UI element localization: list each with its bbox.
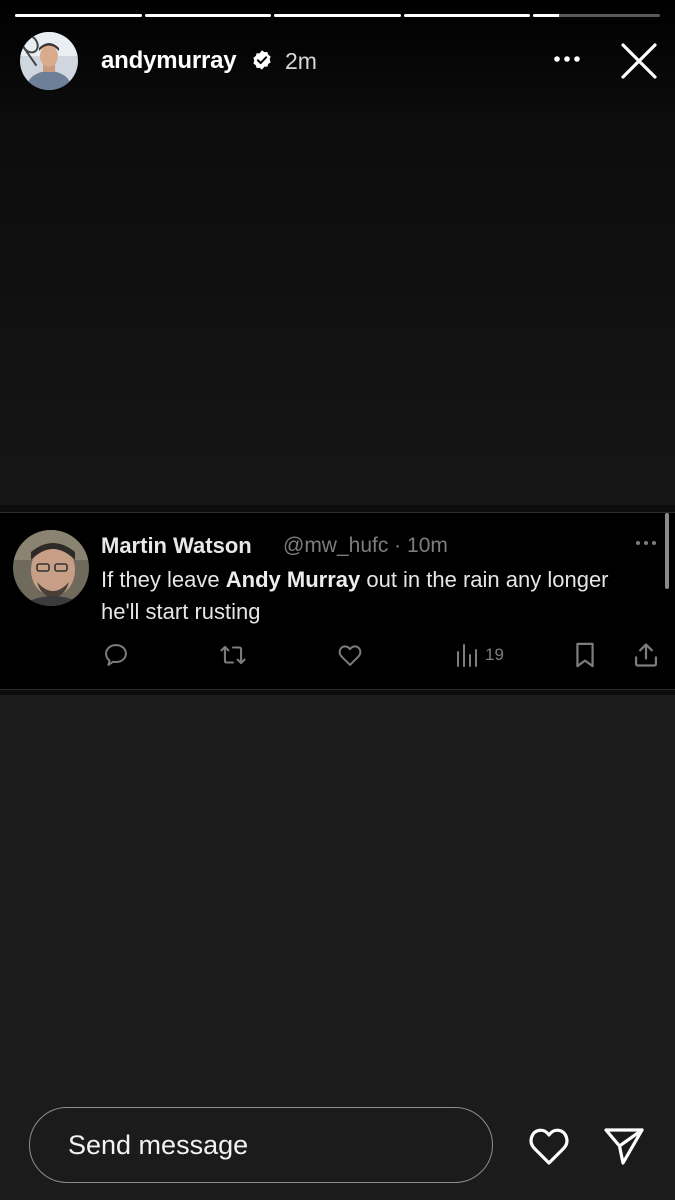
send-icon[interactable] bbox=[601, 1124, 647, 1168]
tweet-author-handle: @mw_hufc · 10m bbox=[283, 534, 448, 557]
verified-badge-icon bbox=[251, 49, 273, 71]
shared-tweet-frame: Martin Watson @mw_hufc · 10m If they lea… bbox=[0, 505, 675, 695]
story-progress-segment bbox=[15, 14, 142, 17]
story-progress-segment bbox=[403, 14, 531, 17]
tweet-author-avatar[interactable] bbox=[13, 530, 89, 606]
more-dots-icon[interactable] bbox=[550, 44, 584, 74]
send-message-input[interactable]: Send message bbox=[29, 1107, 493, 1183]
profile-avatar[interactable] bbox=[20, 32, 78, 90]
share-icon[interactable] bbox=[632, 638, 660, 672]
story-header: andymurray 2m bbox=[20, 30, 660, 92]
views-count: 19 bbox=[485, 645, 504, 664]
story-progress-segment bbox=[144, 14, 272, 17]
views-chart-icon[interactable]: 19 bbox=[455, 638, 504, 672]
story-username[interactable]: andymurray bbox=[101, 47, 237, 75]
heart-icon[interactable] bbox=[526, 1124, 572, 1168]
scrollbar[interactable] bbox=[665, 513, 669, 589]
tweet-author-name[interactable]: Martin Watson bbox=[101, 533, 252, 559]
close-icon[interactable] bbox=[620, 42, 658, 80]
reply-icon[interactable] bbox=[102, 638, 130, 672]
story-progress-segment bbox=[274, 14, 401, 17]
story-time-ago: 2m bbox=[285, 48, 317, 74]
send-message-placeholder: Send message bbox=[68, 1130, 249, 1160]
story-progress-segment-current bbox=[533, 14, 660, 17]
bookmark-icon[interactable] bbox=[572, 638, 598, 672]
like-heart-icon[interactable] bbox=[336, 638, 364, 672]
tweet-text-part: If they leave bbox=[101, 567, 226, 592]
tweet-text: If they leave Andy Murray out in the rai… bbox=[101, 564, 641, 628]
tweet-actions: 19 bbox=[0, 638, 675, 672]
tweet-text-highlight: Andy Murray bbox=[225, 567, 361, 592]
story-progress-bar bbox=[15, 14, 660, 18]
retweet-icon[interactable] bbox=[218, 638, 248, 672]
shared-tweet[interactable]: Martin Watson @mw_hufc · 10m If they lea… bbox=[0, 512, 675, 690]
tweet-more-icon[interactable] bbox=[633, 535, 659, 551]
